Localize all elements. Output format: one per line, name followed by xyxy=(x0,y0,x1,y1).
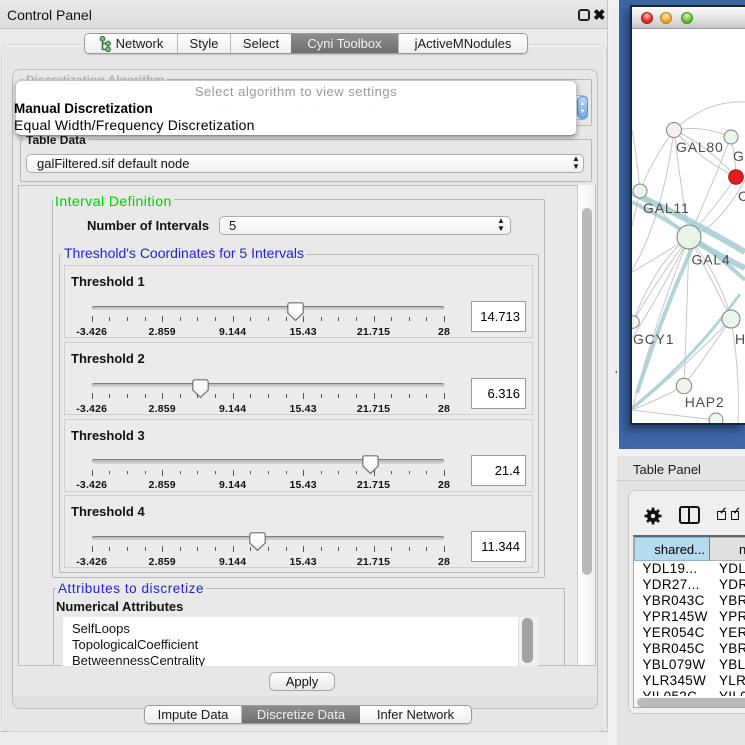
svg-text:HAP2: HAP2 xyxy=(685,394,725,410)
svg-text:C: C xyxy=(738,188,745,204)
svg-text:GAL4: GAL4 xyxy=(692,252,731,268)
svg-text:H: H xyxy=(735,331,745,347)
svg-text:GAL11: GAL11 xyxy=(643,200,690,216)
svg-text:GCY1: GCY1 xyxy=(633,331,674,347)
svg-text:GAL80: GAL80 xyxy=(676,139,724,155)
svg-text:GA: GA xyxy=(733,148,745,164)
